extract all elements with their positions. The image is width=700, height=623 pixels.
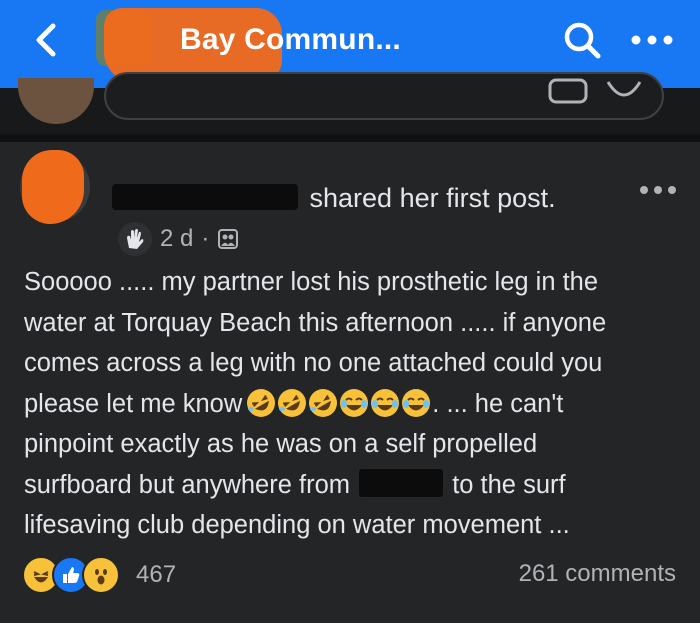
wow-reaction-icon xyxy=(82,556,120,594)
post-text-segment: to the surf xyxy=(452,470,566,499)
post-body: Sooooo ..... my partner lost his prosthe… xyxy=(24,262,684,546)
post-text-segment: . ... he can't xyxy=(432,389,564,418)
post-text-line: please let me know . ... he can't xyxy=(24,384,684,425)
new-member-wave-icon xyxy=(118,222,152,256)
search-icon xyxy=(564,22,601,59)
rolling-on-floor-laughing-emoji xyxy=(246,388,276,418)
chevron-left-icon xyxy=(36,23,56,57)
post-text-line: surfboard but anywhere from to the surf xyxy=(24,465,684,506)
composer-input[interactable] xyxy=(104,72,664,120)
post-text-line: comes across a leg with no one attached … xyxy=(24,349,603,377)
rolling-on-floor-laughing-emoji xyxy=(308,388,338,418)
composer-area xyxy=(0,72,700,134)
back-button[interactable] xyxy=(24,18,68,62)
post-card: shared her first post. 2 d · Sooooo ....… xyxy=(0,142,700,623)
group-title[interactable]: Bay Commun... xyxy=(180,18,401,62)
composer-icons xyxy=(548,78,644,104)
comments-link[interactable]: 261 comments xyxy=(519,560,676,588)
tears-of-joy-emoji xyxy=(339,388,369,418)
user-avatar[interactable] xyxy=(18,78,94,124)
feed-divider xyxy=(0,134,700,142)
reactions-summary[interactable]: 467 xyxy=(22,556,176,594)
post-action-text: shared her first post. xyxy=(309,183,556,213)
post-text-line: pinpoint exactly as he was on a self pro… xyxy=(24,430,538,458)
redaction-mark xyxy=(22,150,84,224)
post-header-line: shared her first post. xyxy=(112,180,556,216)
reaction-count: 467 xyxy=(136,561,177,588)
more-options-button[interactable] xyxy=(622,18,682,62)
more-dots-icon xyxy=(631,35,673,45)
emoji-icon[interactable] xyxy=(604,78,644,104)
author-name-redacted[interactable] xyxy=(112,184,298,210)
post-meta: 2 d · xyxy=(118,222,239,256)
meta-separator: · xyxy=(201,225,210,252)
tears-of-joy-emoji xyxy=(401,388,431,418)
emoji-row xyxy=(246,388,432,418)
search-button[interactable] xyxy=(560,18,604,62)
photo-icon[interactable] xyxy=(548,78,588,104)
post-text-line: lifesaving club depending on water movem… xyxy=(24,511,570,539)
post-text-line: water at Torquay Beach this afternoon ..… xyxy=(24,308,607,337)
rolling-on-floor-laughing-emoji xyxy=(277,388,307,418)
more-dots-icon xyxy=(640,186,676,194)
post-time[interactable]: 2 d xyxy=(160,225,193,253)
post-text-line: Sooooo ..... my partner lost his prosthe… xyxy=(24,268,599,296)
tears-of-joy-emoji xyxy=(370,388,400,418)
post-text-segment: please let me know xyxy=(24,389,243,418)
post-more-button[interactable] xyxy=(630,172,686,208)
group-audience-icon xyxy=(218,229,239,249)
post-text-segment: surfboard but anywhere from xyxy=(24,470,350,499)
place-name-redacted xyxy=(359,468,444,497)
